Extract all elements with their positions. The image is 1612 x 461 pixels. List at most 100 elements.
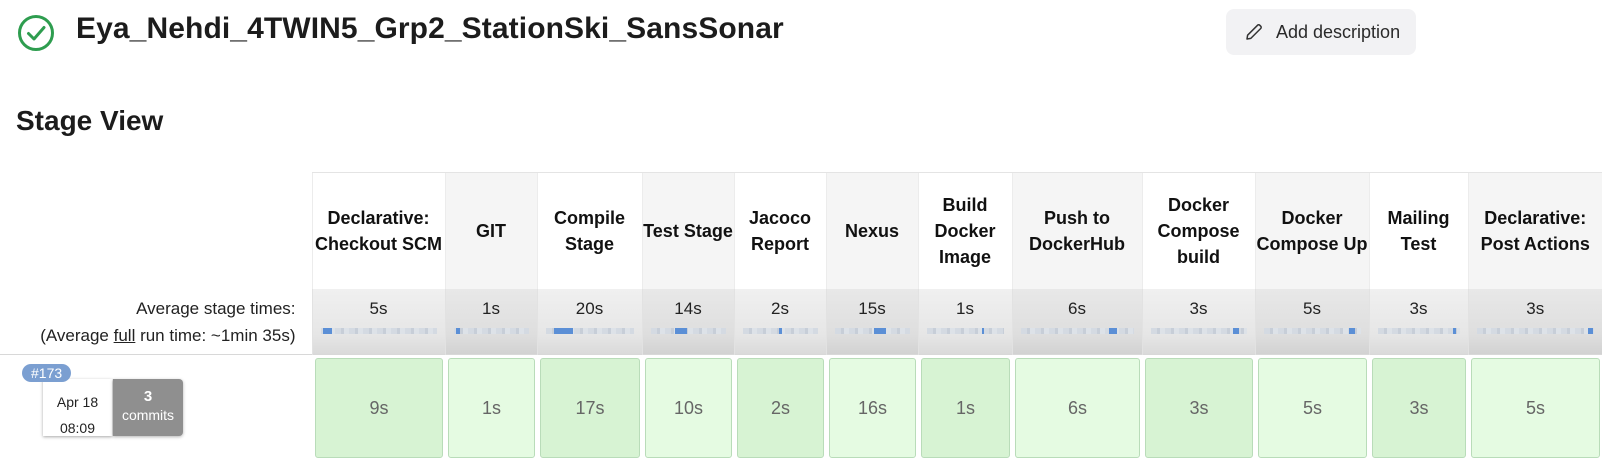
stage-average-cell: 3s	[1467, 288, 1602, 355]
build-date-day: Apr 18	[56, 394, 99, 410]
stage-average-bar	[320, 327, 437, 334]
stage-average-cell: 3s	[1141, 288, 1255, 355]
stage-result-cell: 3s	[1369, 354, 1468, 459]
stage-average-bar	[1150, 327, 1247, 334]
stage-average-time: 5s	[369, 298, 388, 318]
stage-result-cell: 1s	[445, 354, 537, 459]
stage-result-cell: 3s	[1142, 354, 1255, 459]
stage-result-cell: 2s	[734, 354, 826, 459]
stage-average-time: 5s	[1303, 298, 1321, 318]
pencil-icon	[1246, 24, 1262, 40]
full-run-link[interactable]: full	[114, 326, 136, 345]
stage-result-cell: 17s	[537, 354, 642, 459]
stage-average-time: 3s	[1526, 298, 1545, 318]
stage-average-time: 3s	[1409, 298, 1428, 318]
stage-average-bar	[834, 327, 910, 334]
stage-result-cell: 16s	[826, 354, 918, 459]
stage-average-time: 2s	[771, 298, 789, 318]
stage-result-box[interactable]: 1s	[448, 358, 535, 458]
stage-result-box[interactable]: 1s	[921, 358, 1010, 458]
stage-average-cell: 5s	[311, 288, 445, 355]
build-date: Apr 18 08:09	[43, 379, 112, 436]
stage-average-bar-fill	[981, 327, 985, 334]
stage-result-cell: 1s	[918, 354, 1012, 459]
stage-header: Jacoco Report	[733, 172, 826, 289]
stage-result-box[interactable]: 5s	[1258, 358, 1367, 458]
stage-header: Mailing Test	[1368, 172, 1468, 289]
add-description-label: Add description	[1276, 21, 1401, 42]
stage-header: Docker Compose build	[1141, 172, 1255, 289]
stage-view-table: Declarative: Checkout SCM GIT Compile Stag…	[0, 172, 1602, 459]
stage-average-time: 3s	[1189, 298, 1208, 318]
stage-average-bar	[1263, 327, 1361, 334]
stage-header: Declarative: Checkout SCM	[311, 172, 445, 289]
stage-average-time: 20s	[575, 298, 604, 318]
build-info-cell: #173 Apr 18 08:09 3 commits	[0, 354, 312, 459]
stage-result-cell: 5s	[1255, 354, 1369, 459]
stage-average-bar-fill	[455, 327, 460, 334]
stage-average-bar-fill	[1452, 327, 1457, 334]
stage-average-cell: 3s	[1368, 288, 1468, 355]
stage-average-bar-fill	[1108, 327, 1117, 334]
stage-average-bar-fill	[554, 327, 573, 334]
stage-average-bar	[1020, 327, 1134, 334]
stage-average-bar	[650, 327, 726, 334]
stage-average-time: 6s	[1068, 298, 1086, 318]
stage-result-box[interactable]: 9s	[315, 358, 443, 458]
average-full-run-time: (Average full run time: ~1min 35s)	[40, 325, 296, 345]
stage-average-cell: 2s	[733, 288, 826, 355]
stage-average-bar-fill	[778, 327, 782, 334]
stage-header: Compile Stage	[536, 172, 642, 289]
stage-result-box[interactable]: 3s	[1145, 358, 1253, 458]
stage-average-bar	[453, 327, 529, 334]
stage-result-cell: 6s	[1012, 354, 1142, 459]
stage-average-bar-fill	[322, 327, 333, 334]
stage-result-box[interactable]: 16s	[829, 358, 916, 458]
check-circle-icon	[18, 15, 54, 51]
stage-header: Build Docker Image	[917, 172, 1012, 289]
stage-average-time: 1s	[956, 298, 974, 318]
stage-result-box[interactable]: 10s	[645, 358, 732, 458]
stage-result-box[interactable]: 6s	[1015, 358, 1140, 458]
stage-average-bar	[545, 327, 634, 334]
add-description-button[interactable]: Add description	[1226, 9, 1416, 55]
build-date-time: 08:09	[59, 420, 96, 436]
job-title: Eya_Nehdi_4TWIN5_Grp2_StationSki_SansSon…	[76, 12, 784, 45]
stage-average-time: 14s	[674, 298, 702, 318]
stage-average-bar	[742, 327, 818, 334]
stage-average-cell: 20s	[536, 288, 642, 355]
stage-average-bar-fill	[873, 327, 886, 334]
stage-header: Nexus	[825, 172, 918, 289]
stage-result-cell: 5s	[1468, 354, 1602, 459]
stage-average-time: 15s	[858, 298, 886, 318]
stage-average-cell: 14s	[641, 288, 734, 355]
stage-average-bar-fill	[1588, 327, 1593, 334]
stage-average-cell: 1s	[917, 288, 1012, 355]
stage-average-cell: 5s	[1254, 288, 1369, 355]
commits-label: commits	[121, 407, 175, 423]
stage-average-bar	[926, 327, 1004, 334]
commits-badge[interactable]: 3 commits	[113, 379, 183, 436]
stage-result-box[interactable]: 2s	[737, 358, 824, 458]
stage-view-title: Stage View	[16, 105, 164, 136]
stage-result-cell: 9s	[312, 354, 445, 459]
stage-average-bar	[1377, 327, 1460, 334]
build-number-badge[interactable]: #173	[22, 364, 72, 382]
stage-result-box[interactable]: 3s	[1372, 358, 1466, 458]
stage-header: Declarative: Post Actions	[1467, 172, 1602, 289]
stage-average-bar	[1476, 327, 1594, 334]
stage-header: Test Stage	[641, 172, 734, 289]
stage-result-box[interactable]: 5s	[1471, 358, 1600, 458]
stage-result-box[interactable]: 17s	[540, 358, 640, 458]
stage-header: Push to DockerHub	[1011, 172, 1142, 289]
stage-average-cell: 1s	[444, 288, 537, 355]
stage-average-time: 1s	[482, 298, 500, 318]
stage-average-bar-fill	[1233, 327, 1239, 334]
stage-header: GIT	[444, 172, 537, 289]
stage-result-cell: 10s	[642, 354, 734, 459]
stage-average-cell: 15s	[825, 288, 918, 355]
stage-average-bar-fill	[675, 327, 687, 334]
stage-average-bar-fill	[1348, 327, 1355, 334]
average-times-label: Average stage times: (Average full run t…	[0, 289, 312, 355]
stage-average-cell: 6s	[1011, 288, 1142, 355]
